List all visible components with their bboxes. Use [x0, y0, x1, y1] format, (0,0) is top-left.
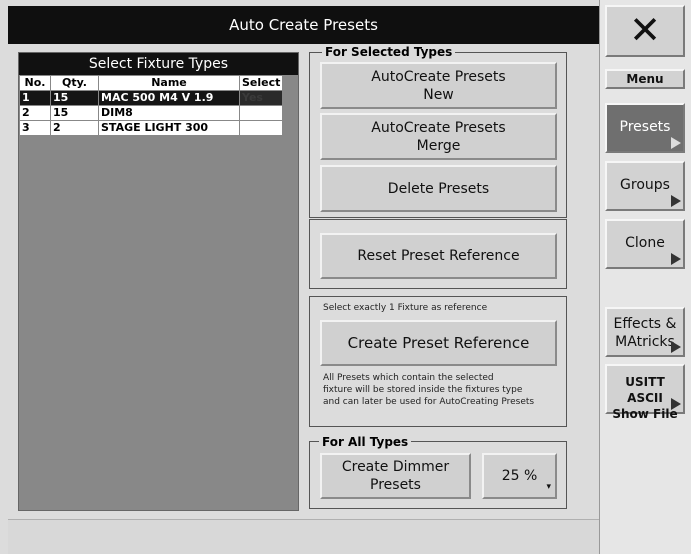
clone-label: Clone [625, 235, 665, 251]
cell-no[interactable]: 1 [19, 90, 51, 106]
status-bar [8, 519, 599, 554]
cell-no[interactable]: 2 [19, 105, 51, 121]
effects-arrow-icon [671, 341, 681, 353]
autocreate-new-label-line1: AutoCreate Presets [371, 68, 506, 85]
presets-arrow-icon [671, 137, 681, 149]
selected-types-label: For Selected Types [322, 45, 456, 59]
table-header-row: No. Qty. Name Select [19, 75, 284, 91]
column-header-no[interactable]: No. [19, 75, 51, 91]
cell-qty[interactable]: 15 [50, 90, 99, 106]
menu-button[interactable]: Menu [605, 69, 685, 89]
column-header-qty[interactable]: Qty. [50, 75, 99, 91]
create-dimmer-presets-button[interactable]: Create Dimmer Presets [320, 453, 471, 499]
cell-select[interactable] [238, 120, 284, 136]
fixture-panel-title: Select Fixture Types [19, 53, 298, 75]
reference-note-line2: fixture will be stored inside the fixtur… [323, 385, 523, 395]
table-row[interactable]: 1 15 MAC 500 M4 V 1.9 Yes [19, 90, 284, 106]
table-row[interactable]: 3 2 STAGE LIGHT 300 [19, 120, 284, 136]
effects-label-line1: Effects & [613, 316, 677, 332]
cell-name[interactable]: DIM8 [98, 105, 240, 121]
cell-name[interactable]: MAC 500 M4 V 1.9 [98, 90, 240, 106]
sidebar-item-groups[interactable]: Groups [605, 161, 685, 211]
clone-arrow-icon [671, 253, 681, 265]
column-header-select[interactable]: Select [238, 75, 284, 91]
autocreate-presets-new-button[interactable]: AutoCreate Presets New [320, 62, 557, 109]
groups-label: Groups [620, 177, 670, 193]
reference-hint-text: Select exactly 1 Fixture as reference [323, 303, 488, 313]
sidebar-item-presets[interactable]: Presets [605, 103, 685, 153]
right-sidebar: ✕ Menu Presets Groups Clone Effects & MA… [599, 0, 691, 554]
table-row[interactable]: 2 15 DIM8 [19, 105, 284, 121]
autocreate-merge-label-line2: Merge [416, 137, 461, 154]
cell-qty[interactable]: 2 [50, 120, 99, 136]
fixture-panel-title-text: Select Fixture Types [88, 56, 229, 72]
dimmer-label-line2: Presets [370, 477, 421, 493]
close-button[interactable]: ✕ [605, 5, 685, 57]
column-header-name[interactable]: Name [98, 75, 240, 91]
fixture-types-table: No. Qty. Name Select 1 15 MAC 500 M4 V 1… [19, 75, 284, 136]
delete-presets-button[interactable]: Delete Presets [320, 165, 557, 212]
all-types-label: For All Types [319, 435, 412, 449]
sidebar-item-usitt-ascii[interactable]: USITT ASCII Show File [605, 364, 685, 421]
cell-select[interactable]: Yes [238, 90, 284, 106]
close-icon: ✕ [629, 8, 661, 52]
cell-qty[interactable]: 15 [50, 105, 99, 121]
reset-preset-reference-button[interactable]: Reset Preset Reference [320, 233, 557, 279]
autocreate-new-label-line2: New [423, 86, 454, 103]
dimmer-percent-value: 25 % [501, 468, 538, 484]
autocreate-presets-merge-button[interactable]: AutoCreate Presets Merge [320, 113, 557, 160]
autocreate-merge-label-line1: AutoCreate Presets [371, 119, 506, 136]
window-title: Auto Create Presets [229, 16, 378, 34]
cell-no[interactable]: 3 [19, 120, 51, 136]
presets-label: Presets [619, 119, 671, 135]
cell-name[interactable]: STAGE LIGHT 300 [98, 120, 240, 136]
window-title-bar: Auto Create Presets [8, 6, 599, 44]
groups-arrow-icon [671, 195, 681, 207]
sidebar-item-effects-matricks[interactable]: Effects & MAtricks [605, 307, 685, 357]
sidebar-item-clone[interactable]: Clone [605, 219, 685, 269]
dropdown-arrow-icon: ▾ [546, 482, 551, 492]
reference-note: All Presets which contain the selected f… [323, 372, 563, 408]
dimmer-label-line1: Create Dimmer [341, 459, 450, 475]
reference-note-line3: and can later be used for AutoCreating P… [323, 397, 535, 407]
create-preset-reference-button[interactable]: Create Preset Reference [320, 320, 557, 366]
cell-select[interactable] [238, 105, 284, 121]
dimmer-percent-select[interactable]: 25 % ▾ [482, 453, 557, 499]
usitt-arrow-icon [671, 398, 681, 410]
reference-note-line1: All Presets which contain the selected [323, 373, 494, 383]
fixture-types-panel: Select Fixture Types No. Qty. Name Selec… [18, 52, 299, 511]
